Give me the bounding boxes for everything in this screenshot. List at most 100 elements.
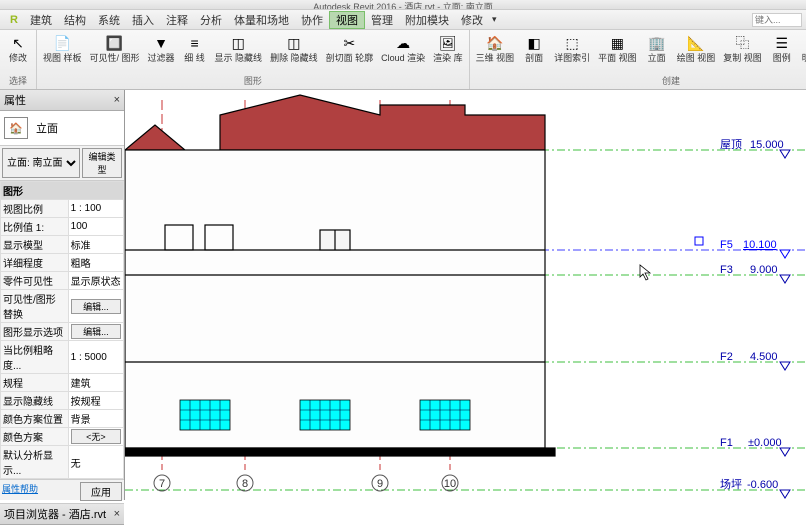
cut-icon: ✂ [339,33,359,53]
search-input[interactable] [752,13,802,27]
elevation-icon: 🏢 [647,33,667,53]
plan-icon: ▦ [607,33,627,53]
render-gallery-button[interactable]: 🖼渲染 库 [431,32,465,64]
tab-analyze[interactable]: 分析 [194,12,228,28]
title-bar: Autodesk Revit 2016 - 酒店.rvt - 立面: 南立面 [0,0,806,10]
cloud-render-button[interactable]: ☁Cloud 渲染 [379,32,427,64]
view-scale-input[interactable] [71,203,121,214]
plan-view-button[interactable]: ▦平面 视图 [596,32,639,64]
tab-massing[interactable]: 体量和场地 [228,12,295,28]
svg-text:F1: F1 [720,437,733,449]
app-menu[interactable]: R [4,14,24,26]
discipline[interactable]: 建筑 [68,374,123,392]
elevation-type-icon: 🏠 [4,117,28,139]
show-icon: ◫ [228,33,248,53]
cloud-icon: ☁ [393,33,413,53]
tab-systems[interactable]: 系统 [92,12,126,28]
svg-text:F3: F3 [720,264,733,276]
tab-insert[interactable]: 插入 [126,12,160,28]
svg-text:屋顶: 屋顶 [720,138,742,151]
svg-text:F5: F5 [720,239,733,251]
modify-button[interactable]: ↖ 修改 [4,32,32,64]
cut-profile-button[interactable]: ✂剖切面 轮廓 [324,32,376,64]
visibility-button[interactable]: 🔲可见性/ 图形 [88,32,142,64]
far-clip[interactable]: 1 : 5000 [68,341,123,374]
type-label: 立面 [36,120,58,136]
tab-modify[interactable]: 修改 [455,12,489,28]
cursor-icon [640,265,650,280]
tab-architecture[interactable]: 建筑 [24,12,58,28]
elevation-button[interactable]: 🏢立面 [643,32,671,64]
svg-text:9.000: 9.000 [750,264,778,276]
drafting-icon: 📐 [686,33,706,53]
tab-annotate[interactable]: 注释 [160,12,194,28]
hidden-line[interactable]: 按规程 [68,392,123,410]
tab-collab[interactable]: 协作 [295,12,329,28]
svg-text:场坪: 场坪 [720,477,742,491]
display-model[interactable]: 标准 [68,236,123,254]
section-icon: ◧ [524,33,544,53]
visibility-icon: 🔲 [105,33,125,53]
color-scheme-button[interactable]: <无> [71,429,121,444]
menu-bar: R 建筑 结构 系统 插入 注释 分析 体量和场地 协作 视图 管理 附加模块 … [0,10,806,30]
legend-icon: ☰ [772,33,792,53]
svg-text:9: 9 [377,478,383,490]
svg-text:-0.600: -0.600 [747,479,778,491]
house-icon: 🏠 [485,33,505,53]
ribbon: ↖ 修改 选择 📄视图 样板 🔲可见性/ 图形 ▼过滤器 ≡细 线 ◫显示 隐藏… [0,30,806,90]
cursor-icon: ↖ [8,33,28,53]
svg-text:7: 7 [159,478,165,490]
drawing-canvas[interactable]: 屋顶 15.000 F5 10.100 F3 9.000 F2 4.500 F1 ±0.0… [125,90,806,500]
filter-icon: ▼ [151,33,171,53]
line-icon: ≡ [185,33,205,53]
analysis-disp[interactable]: 无 [68,446,123,479]
dup-icon: ⿻ [732,33,752,53]
type-selector[interactable]: 🏠 立面 [0,111,124,146]
tab-structure[interactable]: 结构 [58,12,92,28]
detail-level[interactable]: 粗略 [68,254,123,272]
legend-button[interactable]: ☰图例 [768,32,796,64]
svg-text:10.100: 10.100 [743,239,777,251]
apply-button[interactable]: 应用 [80,482,122,501]
parts-vis[interactable]: 显示原状态 [68,272,123,290]
filters-button[interactable]: ▼过滤器 [146,32,177,64]
schedule-button[interactable]: ▤明细表 [800,32,806,64]
left-panel: 属性× 🏠 立面 立面: 南立面 编辑类型 图形 视图比例 比例值 1:100 … [0,90,125,500]
svg-text:8: 8 [242,478,248,490]
3d-view-button[interactable]: 🏠三维 视图 [474,32,517,64]
svg-text:F2: F2 [720,351,733,363]
properties-header: 属性× [0,90,124,111]
modify-dropdown-icon[interactable]: ▾ [489,14,500,25]
tab-manage[interactable]: 管理 [365,12,399,28]
elevation-drawing: 屋顶 15.000 F5 10.100 F3 9.000 F2 4.500 F1 ±0.0… [125,90,805,500]
edit-type-button[interactable]: 编辑类型 [82,148,122,178]
svg-text:±0.000: ±0.000 [748,437,782,449]
props-help-link[interactable]: 属性帮助 [2,482,38,495]
tab-view[interactable]: 视图 [329,11,365,29]
show-hidden-button[interactable]: ◫显示 隐藏线 [213,32,265,64]
duplicate-button[interactable]: ⿻复制 视图 [721,32,764,64]
callout-button[interactable]: ⬚详图索引 [552,32,592,64]
thin-line-button[interactable]: ≡细 线 [181,32,209,64]
vis-override-button[interactable]: 编辑... [71,299,121,314]
svg-text:4.500: 4.500 [750,351,778,363]
template-icon: 📄 [52,33,72,53]
view-template-button[interactable]: 📄视图 样板 [41,32,84,64]
disp-opt-button[interactable]: 编辑... [71,324,121,339]
browser-header: 项目浏览器 - 酒店.rvt× [0,504,124,525]
property-grid: 图形 视图比例 比例值 1:100 显示模型标准 详细程度粗略 零件可见性显示原… [0,181,124,479]
drafting-button[interactable]: 📐绘图 视图 [675,32,718,64]
callout-icon: ⬚ [562,33,582,53]
svg-text:10: 10 [444,478,456,490]
remove-icon: ◫ [284,33,304,53]
instance-selector[interactable]: 立面: 南立面 [2,148,80,178]
close-browser-icon[interactable]: × [114,508,120,520]
close-props-icon[interactable]: × [114,94,120,106]
svg-text:15.000: 15.000 [750,139,784,151]
section-button[interactable]: ◧剖面 [520,32,548,64]
color-loc[interactable]: 背景 [68,410,123,428]
remove-hidden-button[interactable]: ◫删除 隐藏线 [268,32,320,64]
scale-value: 100 [68,218,123,236]
tab-addins[interactable]: 附加模块 [399,12,455,28]
gallery-icon: 🖼 [438,33,458,53]
